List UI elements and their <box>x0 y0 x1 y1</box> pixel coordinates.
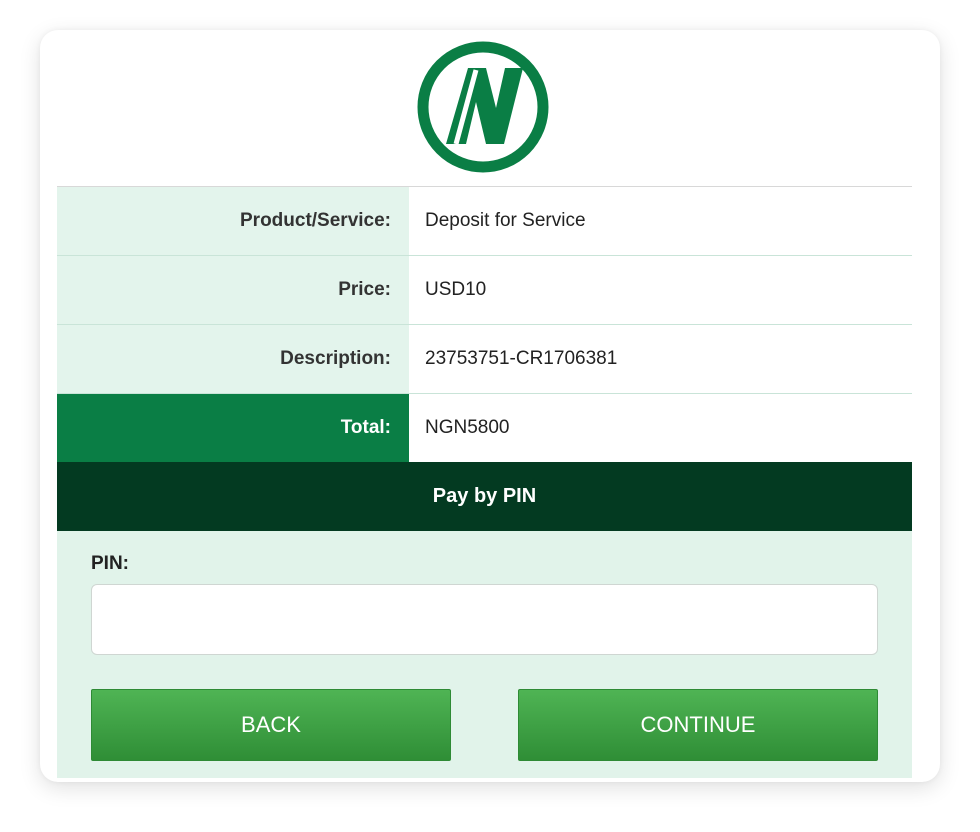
total-value: NGN5800 <box>409 394 912 462</box>
product-value: Deposit for Service <box>409 187 912 255</box>
detail-row-total: Total: NGN5800 <box>57 393 912 462</box>
detail-row-price: Price: USD10 <box>57 255 912 324</box>
detail-row-description: Description: 23753751-CR1706381 <box>57 324 912 393</box>
price-label: Price: <box>57 256 409 324</box>
detail-row-product: Product/Service: Deposit for Service <box>57 186 912 255</box>
continue-button[interactable]: CONTINUE <box>518 689 878 761</box>
back-button[interactable]: BACK <box>91 689 451 761</box>
pin-label: PIN: <box>91 553 129 574</box>
checkout-panel: Product/Service: Deposit for Service Pri… <box>57 186 912 778</box>
payment-card: Product/Service: Deposit for Service Pri… <box>40 30 940 782</box>
price-value: USD10 <box>409 256 912 324</box>
total-label: Total: <box>57 394 409 462</box>
pin-form: PIN: BACK CONTINUE <box>57 531 912 778</box>
logo-area <box>40 30 940 186</box>
description-label: Description: <box>57 325 409 393</box>
n-brand-logo-icon <box>417 41 549 173</box>
pay-by-pin-header: Pay by PIN <box>57 462 912 531</box>
product-label: Product/Service: <box>57 187 409 255</box>
pin-input[interactable] <box>91 584 878 655</box>
description-value: 23753751-CR1706381 <box>409 325 912 393</box>
